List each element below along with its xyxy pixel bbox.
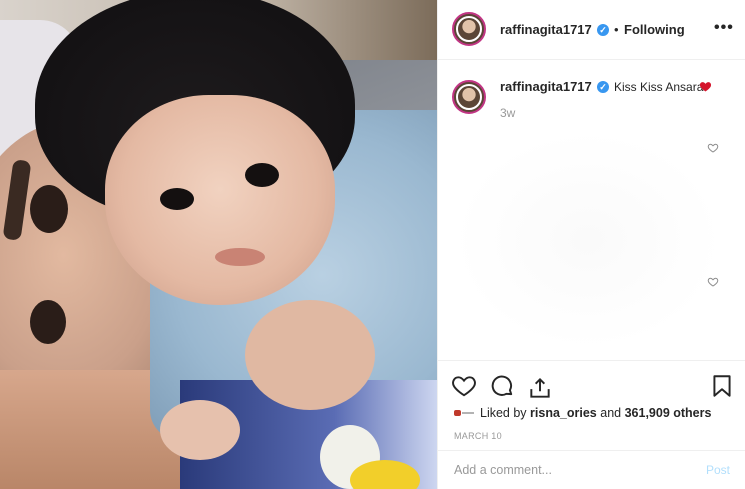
caption-username[interactable]: raffinagita1717 <box>500 79 592 94</box>
liked-by-prefix: Liked by <box>480 406 527 420</box>
photo-mother-eye <box>30 185 68 233</box>
photo-baby-hand <box>160 400 240 460</box>
comment-like-heart-icon[interactable] <box>707 142 719 154</box>
post-date[interactable]: MARCH 10 <box>454 431 502 441</box>
comment-icon[interactable] <box>489 373 515 399</box>
post-header: raffinagita1717 ✓ • Following ••• <box>438 0 745 60</box>
avatar-ring <box>456 16 482 42</box>
header-username[interactable]: raffinagita1717 <box>500 22 592 37</box>
following-button[interactable]: Following <box>624 22 685 37</box>
liked-by-and: and <box>600 406 622 420</box>
liked-by-user[interactable]: risna_ories <box>530 406 597 420</box>
photo-baby-eye <box>245 163 279 187</box>
photo-baby-eye <box>160 188 194 210</box>
post-sidebar: raffinagita1717 ✓ • Following ••• raffin… <box>437 0 745 489</box>
photo-baby-mouth <box>215 248 265 266</box>
comments-area <box>453 130 723 350</box>
comment-like-heart-icon[interactable] <box>707 276 719 288</box>
bookmark-icon[interactable] <box>709 373 735 399</box>
avatar-ring <box>456 84 482 110</box>
photo-mother-eye <box>30 300 66 344</box>
verified-badge-icon: ✓ <box>597 24 609 36</box>
likes-count[interactable]: 361,909 others <box>625 406 712 420</box>
comment-bar: Post <box>438 450 745 489</box>
post-comment-button[interactable]: Post <box>706 463 730 477</box>
liked-by-avatar-icon <box>454 410 474 416</box>
likes-summary[interactable]: Liked by risna_ories and 361,909 others <box>480 406 711 420</box>
heart-icon[interactable] <box>451 373 477 399</box>
profile-avatar[interactable] <box>452 12 486 46</box>
separator-dot: • <box>614 22 619 37</box>
more-options-icon[interactable]: ••• <box>714 19 734 37</box>
caption-text: Kiss Kiss Ansara <box>614 80 704 94</box>
red-heart-emoji-icon <box>699 82 712 92</box>
caption-timestamp[interactable]: 3w <box>500 106 515 120</box>
photo-baby-arm <box>245 300 375 410</box>
add-comment-input[interactable] <box>454 463 684 477</box>
post-photo[interactable] <box>0 0 437 489</box>
verified-badge-icon: ✓ <box>597 81 609 93</box>
caption-avatar[interactable] <box>452 80 486 114</box>
photo-baby-face <box>105 95 335 305</box>
share-icon[interactable] <box>527 375 553 401</box>
